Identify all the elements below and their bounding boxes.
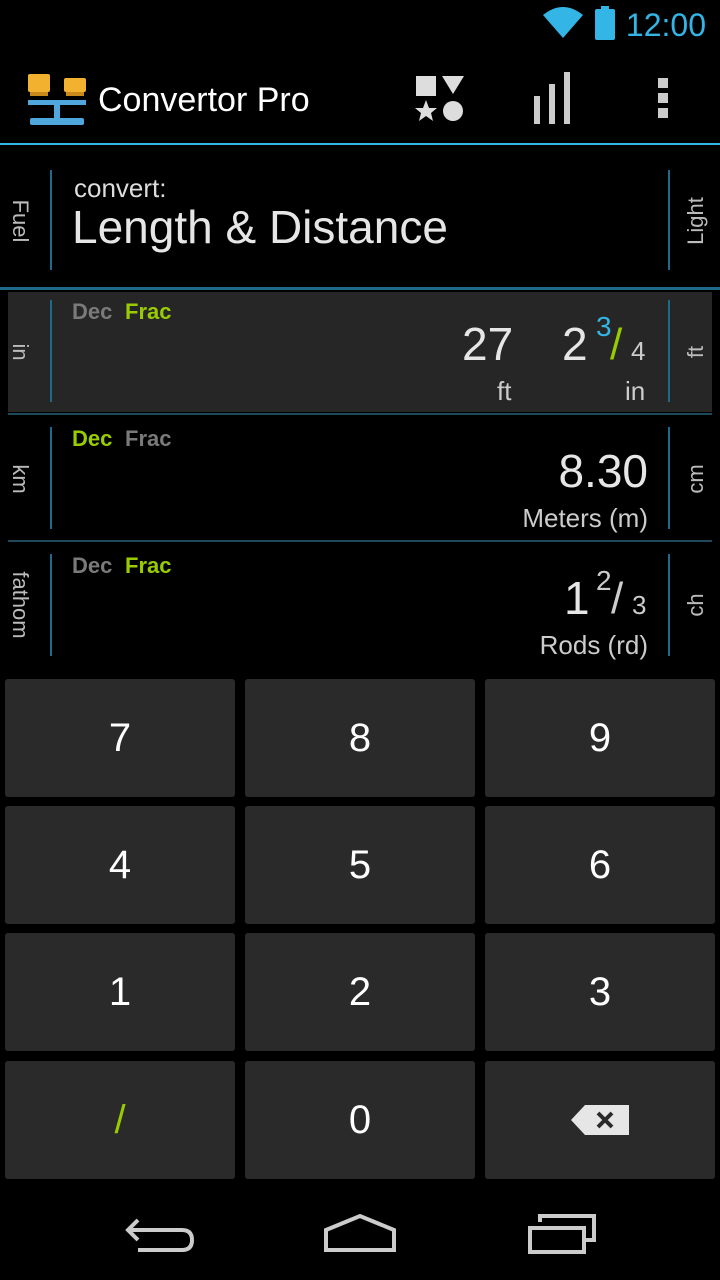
key-3[interactable]: 3 bbox=[485, 933, 715, 1051]
row3-mode-frac[interactable]: Frac bbox=[125, 553, 171, 579]
row3-prev-unit[interactable]: fathom bbox=[7, 555, 33, 655]
row1-value-inches-whole: 2 bbox=[562, 318, 588, 370]
row1-fraction-slash: / bbox=[610, 320, 623, 369]
row3-mode-dec[interactable]: Dec bbox=[72, 553, 112, 579]
row1-prev-unit[interactable]: in bbox=[7, 322, 33, 382]
key-backspace[interactable] bbox=[485, 1061, 715, 1179]
row1-next-unit[interactable]: ft bbox=[683, 322, 709, 382]
row-separator bbox=[8, 413, 712, 415]
wifi-icon bbox=[543, 7, 583, 38]
row1-unit-feet: ft bbox=[497, 376, 512, 406]
row2-right-divider bbox=[668, 427, 670, 529]
key-4[interactable]: 4 bbox=[5, 806, 235, 924]
key-0[interactable]: 0 bbox=[245, 1061, 475, 1179]
home-icon[interactable] bbox=[322, 1212, 398, 1254]
row1-value-inches-denominator: 4 bbox=[631, 336, 646, 366]
battery-icon bbox=[595, 6, 615, 40]
app-title: Convertor Pro bbox=[98, 81, 310, 119]
key-7[interactable]: 7 bbox=[5, 679, 235, 797]
key-5[interactable]: 5 bbox=[245, 806, 475, 924]
key-fraction-slash[interactable]: / bbox=[5, 1061, 235, 1179]
key-6[interactable]: 6 bbox=[485, 806, 715, 924]
action-bar-divider bbox=[0, 143, 720, 145]
row1-mode-frac[interactable]: Frac bbox=[125, 299, 171, 325]
row1-mode-dec[interactable]: Dec bbox=[72, 299, 112, 325]
key-8[interactable]: 8 bbox=[245, 679, 475, 797]
key-9[interactable]: 9 bbox=[485, 679, 715, 797]
category-prev-label[interactable]: Fuel bbox=[7, 191, 33, 251]
category-next-label[interactable]: Light bbox=[683, 191, 709, 251]
row3-fraction-slash: / bbox=[611, 574, 624, 623]
row2-value: 8.30 bbox=[558, 445, 648, 497]
backspace-icon bbox=[571, 1105, 629, 1135]
row1-left-divider bbox=[50, 300, 52, 402]
category-divider bbox=[0, 287, 720, 290]
back-icon[interactable] bbox=[124, 1214, 196, 1256]
bar-chart-icon[interactable] bbox=[532, 72, 572, 124]
conversion-row-feet-inches[interactable] bbox=[8, 292, 712, 412]
row3-right-divider bbox=[668, 554, 670, 656]
row2-prev-unit[interactable]: km bbox=[7, 449, 33, 509]
row3-left-divider bbox=[50, 554, 52, 656]
row2-mode-frac[interactable]: Frac bbox=[125, 426, 171, 452]
row3-unit: Rods (rd) bbox=[539, 630, 648, 660]
category-right-divider bbox=[668, 170, 670, 270]
row3-next-unit[interactable]: ch bbox=[683, 575, 709, 635]
row-separator bbox=[8, 540, 712, 542]
shapes-icon[interactable] bbox=[414, 74, 466, 122]
row3-value-numerator: 2 bbox=[596, 565, 612, 596]
row1-right-divider bbox=[668, 300, 670, 402]
recents-icon[interactable] bbox=[526, 1214, 598, 1254]
row3-value-denominator: 3 bbox=[632, 590, 647, 620]
row2-unit: Meters (m) bbox=[522, 503, 648, 533]
row2-mode-dec[interactable]: Dec bbox=[72, 426, 112, 452]
category-name[interactable]: Length & Distance bbox=[72, 200, 448, 254]
row3-value-whole: 1 bbox=[564, 572, 590, 624]
overflow-menu-icon[interactable] bbox=[652, 76, 674, 120]
row1-value-feet: 27 bbox=[462, 318, 514, 370]
row2-next-unit[interactable]: cm bbox=[683, 449, 709, 509]
row2-left-divider bbox=[50, 427, 52, 529]
category-left-divider bbox=[50, 170, 52, 270]
key-2[interactable]: 2 bbox=[245, 933, 475, 1051]
key-1[interactable]: 1 bbox=[5, 933, 235, 1051]
app-logo-icon[interactable] bbox=[24, 70, 90, 128]
row1-unit-inches: in bbox=[625, 376, 646, 406]
status-clock: 12:00 bbox=[625, 7, 706, 43]
